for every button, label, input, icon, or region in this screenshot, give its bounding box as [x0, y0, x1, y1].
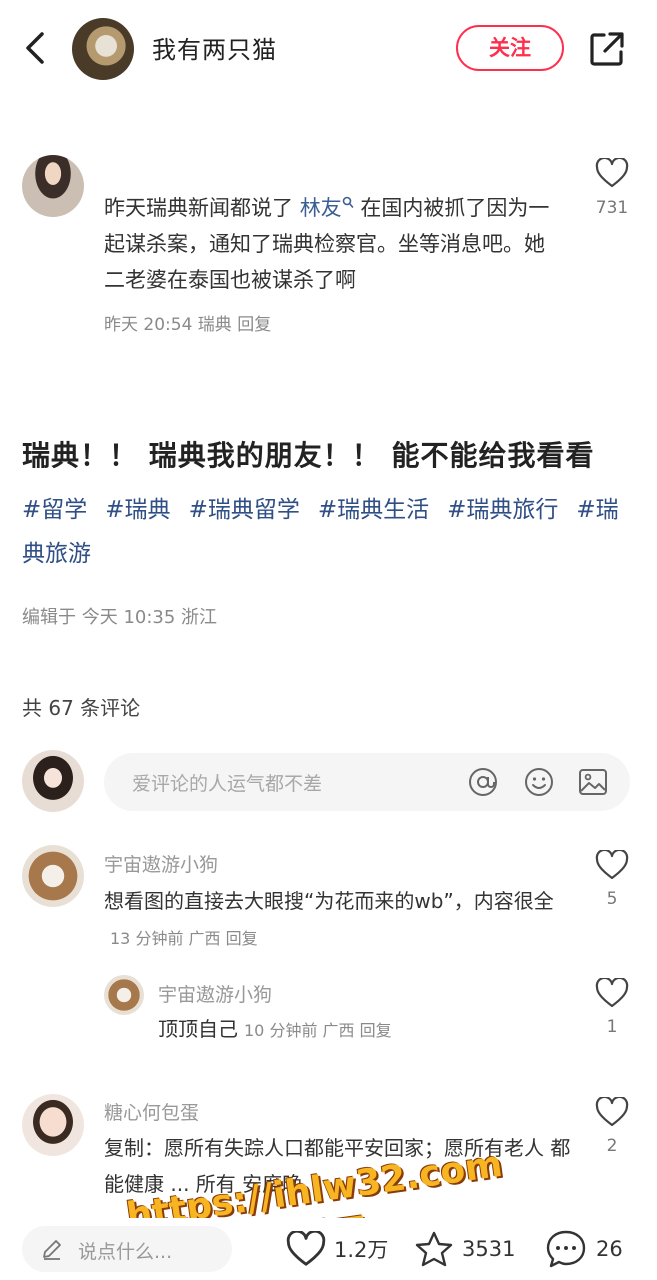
reply-avatar[interactable]: [104, 975, 144, 1015]
like-total: 1.2万: [334, 1238, 389, 1262]
image-icon[interactable]: [576, 765, 610, 799]
emoji-icon[interactable]: [522, 765, 556, 799]
commenter-name[interactable]: 宇宙遨游小狗: [158, 980, 272, 1007]
search-keyword-link[interactable]: 林友: [300, 196, 342, 220]
tag-list: #留学 #瑞典 #瑞典留学 #瑞典生活 #瑞典旅行 #瑞典旅游: [22, 488, 632, 576]
collect-button[interactable]: 3531: [414, 1226, 515, 1272]
say-something-placeholder: 说点什么...: [78, 1241, 173, 1263]
back-arrow-icon[interactable]: [20, 30, 52, 66]
commenter-avatar[interactable]: [22, 1094, 84, 1156]
share-icon[interactable]: [588, 30, 626, 68]
like-count: 2: [606, 1136, 618, 1156]
comment-body: 顶顶自己: [158, 1017, 238, 1041]
edit-timestamp: 编辑于 今天 10:35 浙江: [22, 607, 218, 628]
like-count: 1: [606, 1017, 618, 1037]
collect-total: 3531: [462, 1237, 516, 1261]
author-name[interactable]: 我有两只猫: [152, 30, 277, 65]
hashtag[interactable]: #瑞典旅行: [447, 497, 558, 523]
like-count: 5: [606, 889, 618, 909]
commenter-avatar[interactable]: [22, 845, 84, 907]
bottom-action-bar: 说点什么... 1.2万 3531 26: [0, 1218, 657, 1280]
comment-text: 想看图的直接去大眼搜“为花而来的wb”，内容很全 13 分钟前 广西 回复: [104, 883, 564, 957]
heart-icon[interactable]: [595, 1097, 629, 1127]
commenter-name[interactable]: 宇宙遨游小狗: [104, 850, 218, 877]
comment-text: 复制：愿所有失踪人口都能平安回家；愿所有老人 都能健康 ... 所有 安度晚: [104, 1136, 571, 1196]
pen-icon: [43, 1240, 61, 1260]
like-count: 731: [595, 198, 629, 218]
comment-meta: 13 分钟前 广西 回复: [110, 929, 258, 948]
comment-meta: 10 分钟前 广西 回复: [244, 1021, 392, 1040]
post-title: 瑞典！！ 瑞典我的朋友！！ 能不能给我看看: [22, 439, 595, 472]
mention-icon[interactable]: [466, 765, 500, 799]
my-avatar: [22, 750, 84, 812]
comment-text: 顶顶自己 10 分钟前 广西 回复: [158, 1011, 568, 1049]
comment-meta: 昨天 20:54 瑞典 回复: [104, 315, 272, 335]
comment-input-placeholder: 爱评论的人运气都不差: [132, 773, 323, 795]
like-button[interactable]: 1.2万: [286, 1226, 388, 1272]
comment-button[interactable]: 26: [544, 1226, 623, 1272]
follow-button[interactable]: 关注: [456, 25, 564, 71]
star-icon: [415, 1231, 453, 1267]
hashtag[interactable]: #瑞典: [105, 497, 170, 523]
top-comment-text: 昨天瑞典新闻都说了 林友 在国内被抓了因为一起谋杀案，通知了瑞典检察官。坐等消息…: [104, 190, 564, 298]
comment-input[interactable]: 爱评论的人运气都不差: [104, 753, 630, 811]
author-avatar[interactable]: [72, 18, 134, 80]
search-icon[interactable]: [342, 196, 354, 210]
post-header: 我有两只猫 关注: [0, 0, 657, 100]
heart-icon: [286, 1231, 326, 1266]
comment-count: 共 67 条评论: [22, 696, 141, 720]
comment-bubble-icon: [546, 1230, 586, 1268]
heart-icon[interactable]: [595, 158, 629, 188]
heart-icon[interactable]: [595, 978, 629, 1008]
hashtag[interactable]: #瑞典生活: [318, 497, 429, 523]
commenter-avatar[interactable]: [22, 155, 84, 217]
comment-body: 想看图的直接去大眼搜“为花而来的wb”，内容很全: [104, 889, 554, 913]
commenter-name[interactable]: 糖心何包蛋: [104, 1098, 199, 1125]
comment-total: 26: [596, 1237, 623, 1261]
comment-text-part: 昨天瑞典新闻都说了: [104, 196, 300, 220]
hashtag[interactable]: #留学: [22, 497, 87, 523]
say-something-input[interactable]: 说点什么...: [22, 1226, 232, 1272]
hashtag[interactable]: #瑞典留学: [189, 497, 300, 523]
heart-icon[interactable]: [595, 850, 629, 880]
